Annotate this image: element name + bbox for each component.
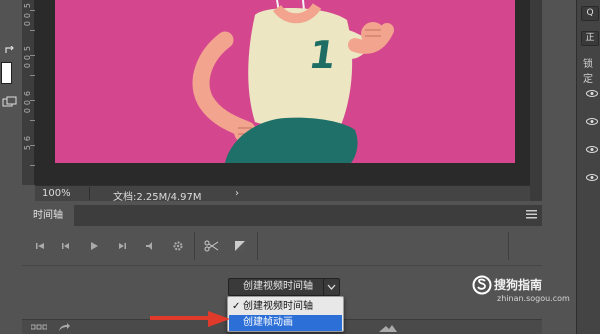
visibility-eye-icon[interactable] [586, 118, 598, 125]
timeline-panel: 时间轴 创建视频时间轴 创建视频时间轴 ✓ 创建帧动画 [22, 205, 542, 334]
ruler-label: 0 [23, 108, 32, 114]
zoom-slider-icon[interactable] [379, 324, 397, 332]
audio-icon[interactable] [144, 240, 156, 252]
sogou-watermark: 搜狗指南 zhinan.sogou.com [466, 271, 584, 311]
gear-icon[interactable] [172, 240, 184, 252]
watermark-url: zhinan.sogou.com [497, 294, 570, 303]
create-video-timeline-button[interactable]: 创建视频时间轴 [228, 278, 328, 296]
visibility-eye-icon[interactable] [586, 90, 598, 97]
render-video-icon[interactable] [58, 322, 71, 332]
split-scissors-icon[interactable] [204, 240, 220, 252]
right-dock-strip [542, 0, 560, 205]
ruler-label: 5 [23, 3, 32, 9]
visibility-eye-icon[interactable] [586, 146, 598, 153]
status-menu-arrow[interactable]: › [235, 188, 239, 199]
menu-item-create-video-timeline[interactable]: 创建视频时间轴 [229, 299, 342, 315]
chevron-down-icon [327, 284, 336, 290]
left-toolbar [0, 0, 22, 210]
document-size-info: 文档:2.25M/4.97M [113, 192, 202, 203]
previous-frame-icon[interactable] [60, 240, 72, 252]
runner-illustration: 1 [192, 0, 394, 163]
timeline-toolbar [22, 226, 542, 266]
status-bar: 100% 文档:2.25M/4.97M › [35, 185, 530, 203]
ruler-label: 5 [23, 46, 32, 52]
menu-item-create-frame-animation[interactable]: 创建帧动画 [229, 315, 342, 331]
ruler-label: 6 [23, 136, 32, 142]
sogou-logo-icon [472, 275, 492, 295]
timeline-tab-bar: 时间轴 [22, 205, 542, 226]
tab-timeline[interactable]: 时间轴 [22, 205, 74, 226]
panel-menu-icon[interactable] [526, 210, 537, 219]
blend-mode-select[interactable]: 正 [581, 31, 599, 46]
ruler-label: 6 [23, 91, 32, 97]
visibility-eye-icon[interactable] [586, 174, 598, 181]
ruler-label: 0 [23, 63, 32, 69]
pointer-arrow-icon [150, 311, 230, 327]
transition-icon[interactable] [234, 240, 246, 252]
vertical-scrollbar[interactable] [530, 0, 542, 201]
search-icon[interactable]: Q [581, 6, 599, 21]
swap-colors-icon[interactable] [4, 46, 16, 56]
watermark-text: 搜狗指南 [494, 278, 543, 292]
zoom-level[interactable]: 100% [42, 188, 71, 199]
go-to-first-frame-icon[interactable] [34, 240, 46, 252]
create-timeline-dropdown-toggle[interactable] [323, 278, 340, 296]
checkmark-icon: ✓ [232, 301, 241, 312]
ruler-label: 0 [23, 21, 32, 27]
lock-label: 锁定 [583, 59, 593, 85]
play-icon[interactable] [88, 240, 100, 252]
convert-to-frame-animation-icon[interactable] [31, 324, 47, 331]
timeline-type-menu: 创建视频时间轴 ✓ 创建帧动画 [227, 296, 344, 332]
screen-mode-icon[interactable] [2, 96, 18, 108]
next-frame-icon[interactable] [116, 240, 128, 252]
vertical-ruler: 5 0 0 5 0 0 6 0 0 6 5 [22, 0, 35, 185]
canvas-artwork[interactable]: 1 [55, 0, 515, 163]
ruler-label: 0 [23, 13, 32, 19]
foreground-color-swatch[interactable] [1, 62, 12, 84]
